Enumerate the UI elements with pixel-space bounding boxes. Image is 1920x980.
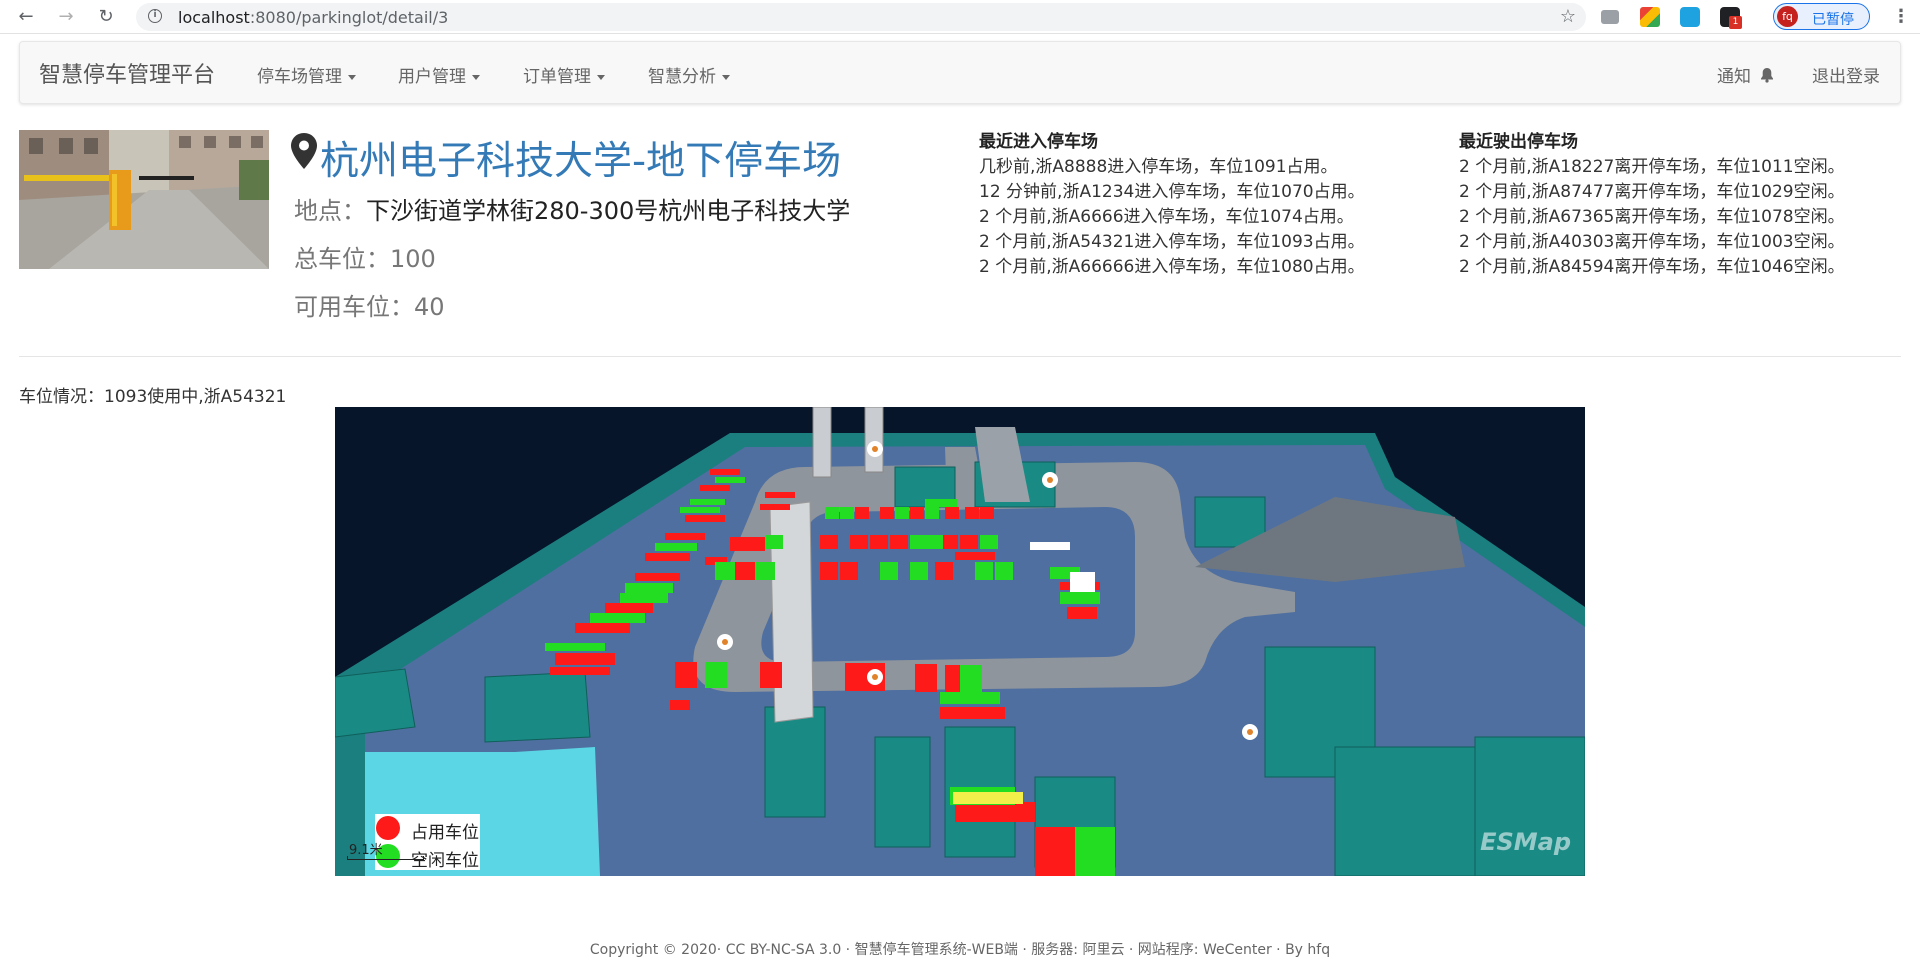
nav-user-dropdown[interactable]: 用户管理 bbox=[398, 62, 480, 87]
caret-down-icon bbox=[597, 74, 605, 80]
list-item: 2 个月前,浙A40303离开停车场，车位1003空闲。 bbox=[1459, 232, 1845, 252]
top-navbar: 智慧停车管理平台 停车场管理 用户管理 订单管理 智慧分析 通知 退出登录 bbox=[19, 41, 1901, 104]
address-bar[interactable]: i localhost:8080/parkinglot/detail/3 ☆ bbox=[136, 3, 1586, 31]
address-label: 地点： bbox=[294, 197, 366, 225]
more-menu-icon[interactable]: ⋮ bbox=[1892, 6, 1910, 27]
brand-link[interactable]: 智慧停车管理平台 bbox=[39, 57, 215, 89]
list-item: 2 个月前,浙A87477离开停车场，车位1029空闲。 bbox=[1459, 182, 1845, 202]
parking-3d-map[interactable]: 占用车位 空闲车位 9.1米 ESMap bbox=[335, 407, 1585, 876]
profile-status: 已暂停 bbox=[1812, 12, 1854, 28]
list-item: 12 分钟前,浙A1234进入停车场，车位1070占用。 bbox=[979, 182, 1365, 202]
dark-extension-icon[interactable]: 1 bbox=[1720, 7, 1742, 29]
nav-label: 用户管理 bbox=[398, 67, 466, 87]
map-marker-icon bbox=[291, 133, 317, 169]
nav-order-dropdown[interactable]: 订单管理 bbox=[523, 62, 605, 87]
section-divider bbox=[19, 356, 1901, 357]
colorful-extension-icon[interactable] bbox=[1640, 7, 1660, 27]
list-item: 2 个月前,浙A67365离开停车场，车位1078空闲。 bbox=[1459, 207, 1845, 227]
available-label: 可用车位： bbox=[294, 293, 414, 321]
total-value: 100 bbox=[390, 245, 436, 273]
url-text[interactable]: localhost:8080/parkinglot/detail/3 bbox=[178, 8, 448, 27]
notification-link[interactable]: 通知 bbox=[1717, 62, 1774, 87]
profile-button[interactable]: fq 已暂停 bbox=[1773, 3, 1870, 30]
forward-icon[interactable]: → bbox=[56, 7, 76, 27]
caret-down-icon bbox=[472, 74, 480, 80]
caret-down-icon bbox=[722, 74, 730, 80]
list-item: 2 个月前,浙A54321进入停车场，车位1093占用。 bbox=[979, 232, 1365, 252]
list-item: 2 个月前,浙A66666进入停车场，车位1080占用。 bbox=[979, 257, 1365, 277]
logout-link[interactable]: 退出登录 bbox=[1812, 62, 1880, 87]
space-status-text: 车位情况：1093使用中,浙A54321 bbox=[19, 387, 287, 407]
parking-lot-photo bbox=[19, 130, 269, 269]
lot-available: 可用车位：40 bbox=[294, 287, 445, 322]
bell-icon bbox=[1761, 68, 1774, 83]
browser-toolbar: ← → ↻ i localhost:8080/parkinglot/detail… bbox=[0, 0, 1920, 34]
bookmark-star-icon[interactable]: ☆ bbox=[1560, 6, 1576, 27]
extension-badge: 1 bbox=[1729, 16, 1742, 29]
recent-in-panel: 最近进入停车场 几秒前,浙A8888进入停车场，车位1091占用。 12 分钟前… bbox=[979, 130, 1365, 280]
occupied-legend-dot bbox=[376, 816, 400, 840]
page-footer: Copyright © 2020· CC BY-NC-SA 3.0 · 智慧停车… bbox=[589, 942, 1331, 958]
avatar: fq bbox=[1777, 6, 1798, 27]
nav-label: 智慧分析 bbox=[648, 67, 716, 87]
recent-out-panel: 最近驶出停车场 2 个月前,浙A18227离开停车场，车位1011空闲。 2 个… bbox=[1459, 130, 1845, 280]
site-info-icon[interactable]: i bbox=[148, 9, 162, 23]
nav-label: 停车场管理 bbox=[257, 67, 342, 87]
map-canvas[interactable] bbox=[335, 407, 1585, 876]
feather-extension-icon[interactable] bbox=[1680, 7, 1700, 27]
notify-label: 通知 bbox=[1717, 67, 1751, 87]
map-scale-bar bbox=[347, 856, 424, 860]
caret-down-icon bbox=[348, 74, 356, 80]
reload-icon[interactable]: ↻ bbox=[96, 7, 116, 27]
nav-label: 订单管理 bbox=[523, 67, 591, 87]
back-icon[interactable]: ← bbox=[16, 7, 36, 27]
list-item: 2 个月前,浙A84594离开停车场，车位1046空闲。 bbox=[1459, 257, 1845, 277]
list-item: 2 个月前,浙A18227离开停车场，车位1011空闲。 bbox=[1459, 157, 1845, 177]
address-value: 下沙街道学林街280-300号杭州电子科技大学 bbox=[366, 197, 851, 225]
lot-name-title[interactable]: 杭州电子科技大学-地下停车场 bbox=[320, 130, 841, 186]
legend-occupied-label: 占用车位 bbox=[411, 823, 479, 843]
lot-total: 总车位：100 bbox=[294, 239, 436, 274]
total-label: 总车位： bbox=[294, 245, 390, 273]
esmap-logo: ESMap bbox=[1480, 828, 1571, 856]
nav-analysis-dropdown[interactable]: 智慧分析 bbox=[648, 62, 730, 87]
recent-in-title: 最近进入停车场 bbox=[979, 132, 1098, 152]
folder-extension-icon[interactable] bbox=[1601, 10, 1619, 24]
nav-parkinglot-dropdown[interactable]: 停车场管理 bbox=[257, 62, 356, 87]
lot-address: 地点：下沙街道学林街280-300号杭州电子科技大学 bbox=[294, 191, 850, 226]
list-item: 几秒前,浙A8888进入停车场，车位1091占用。 bbox=[979, 157, 1338, 177]
list-item: 2 个月前,浙A6666进入停车场，车位1074占用。 bbox=[979, 207, 1354, 227]
available-value: 40 bbox=[414, 293, 445, 321]
recent-out-title: 最近驶出停车场 bbox=[1459, 132, 1578, 152]
map-legend-box: 占用车位 空闲车位 bbox=[375, 814, 480, 871]
